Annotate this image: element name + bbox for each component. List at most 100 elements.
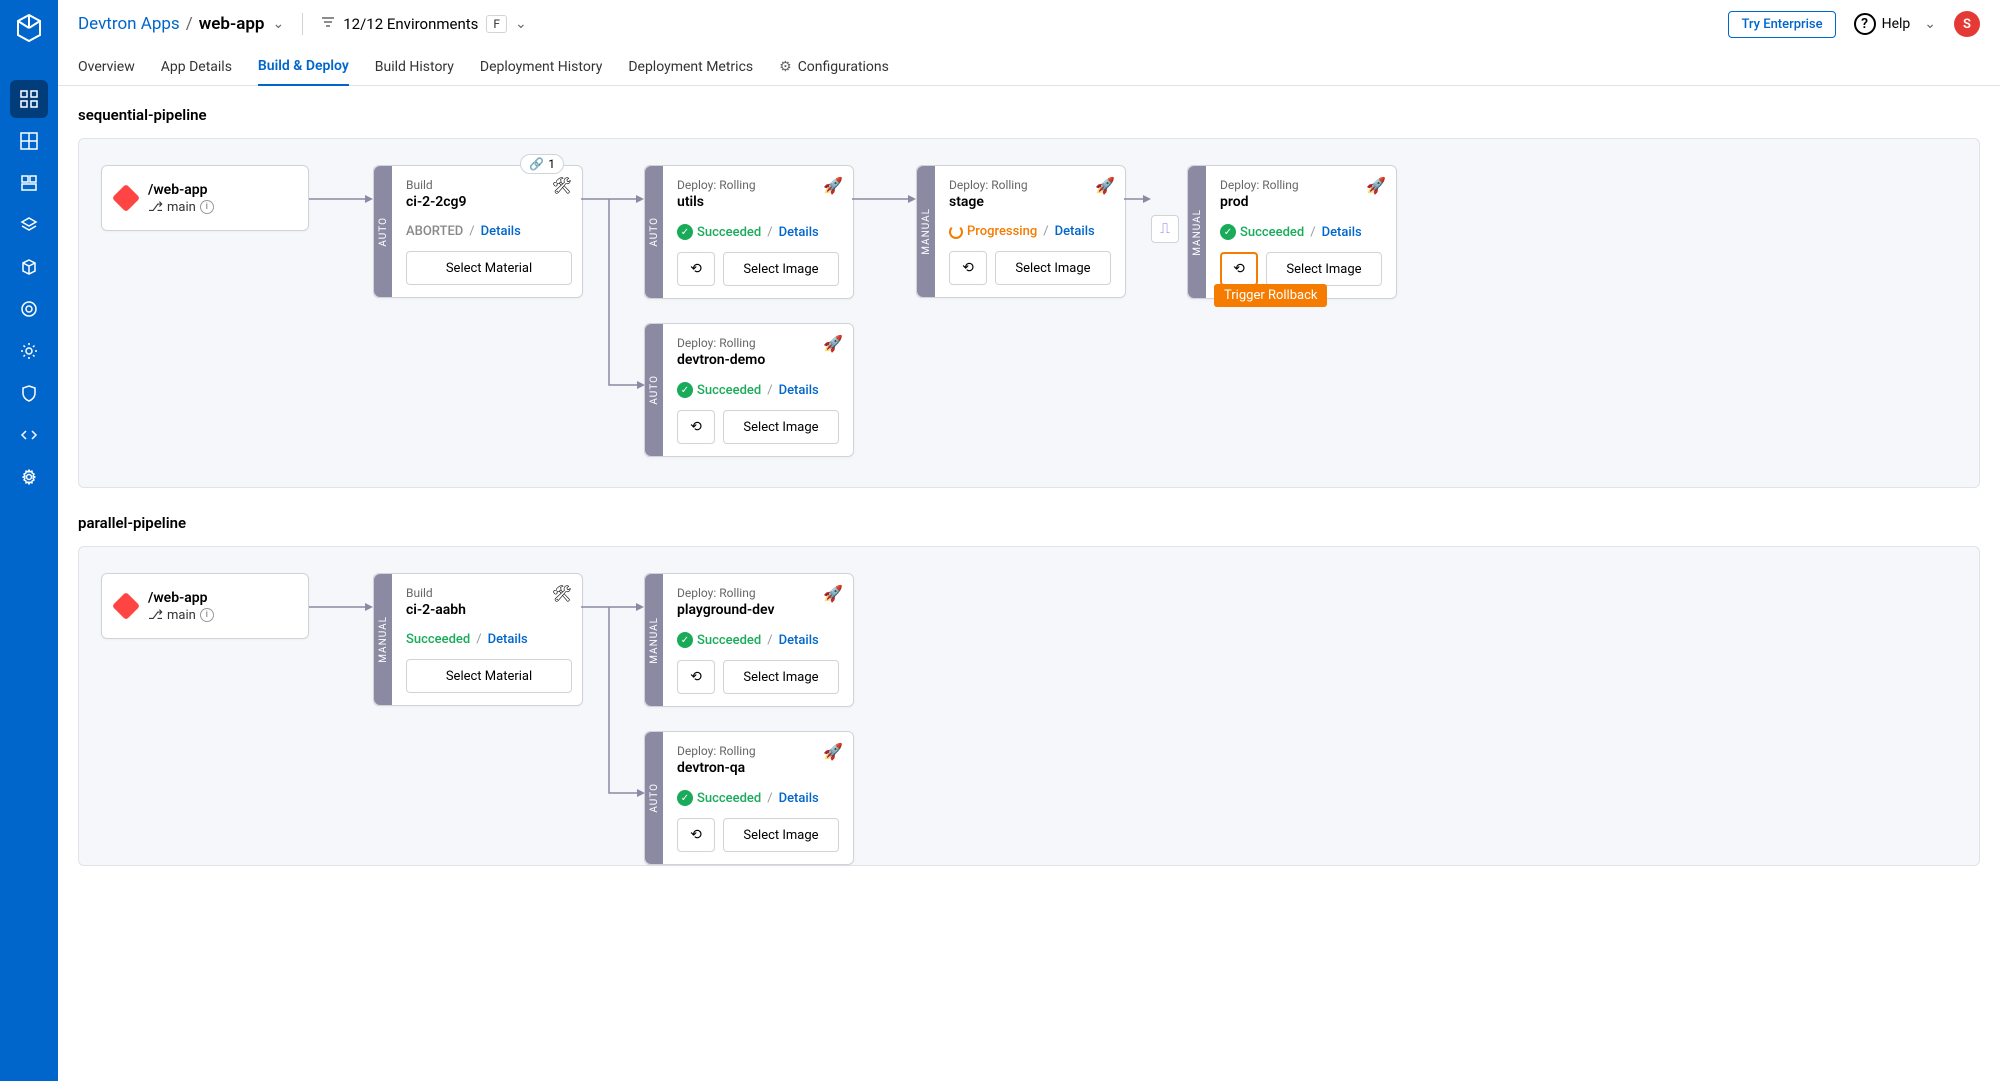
workflow-title: sequential-pipeline <box>78 106 1980 124</box>
tab-configurations[interactable]: ⚙ Configurations <box>779 48 889 85</box>
info-icon: i <box>200 608 214 622</box>
rollback-button[interactable]: ⟲ <box>677 818 715 852</box>
mode-strip: AUTO <box>645 732 663 864</box>
env-filter-text[interactable]: 12/12 Environments <box>343 15 478 33</box>
rollback-button[interactable]: ⟲ <box>1220 252 1258 286</box>
source-node[interactable]: /web-app ⎇ main i <box>101 573 309 639</box>
source-branch: ⎇ main i <box>148 608 214 623</box>
select-image-button[interactable]: Select Image <box>1266 252 1382 286</box>
branch-icon: ⎇ <box>148 608 163 623</box>
approval-icon[interactable]: ⎍ <box>1151 215 1179 243</box>
mode-strip: MANUAL <box>374 574 392 705</box>
rocket-icon: 🚀 <box>1095 176 1115 195</box>
details-link[interactable]: Details <box>488 632 528 647</box>
deploy-node-stage[interactable]: MANUAL Deploy: Rolling stage 🚀 Progressi… <box>916 165 1126 298</box>
details-link[interactable]: Details <box>779 633 819 648</box>
link-badge[interactable]: 🔗 1 <box>520 154 564 174</box>
node-type: Build <box>406 178 568 192</box>
tab-deployment-history[interactable]: Deployment History <box>480 48 602 85</box>
trigger-rollback-tooltip: Trigger Rollback <box>1214 284 1327 307</box>
nav-settings-icon[interactable] <box>10 458 48 496</box>
nav-code-icon[interactable] <box>10 416 48 454</box>
details-link[interactable]: Details <box>481 224 521 239</box>
mode-strip: AUTO <box>645 166 663 298</box>
node-type: Deploy: Rolling <box>677 744 839 758</box>
nav-target-icon[interactable] <box>10 290 48 328</box>
mode-strip: AUTO <box>645 324 663 456</box>
select-image-button[interactable]: Select Image <box>723 660 839 694</box>
tab-build-history[interactable]: Build History <box>375 48 454 85</box>
source-branch: ⎇ main i <box>148 200 214 215</box>
node-type: Deploy: Rolling <box>677 336 839 350</box>
sidebar <box>0 0 58 1081</box>
select-material-button[interactable]: Select Material <box>406 251 572 285</box>
workflow-title: parallel-pipeline <box>78 514 1980 532</box>
select-image-button[interactable]: Select Image <box>723 410 839 444</box>
rocket-icon: 🚀 <box>823 176 843 195</box>
status-text: Succeeded <box>406 632 470 647</box>
breadcrumb-sep: / <box>186 14 193 34</box>
kbd-hint: F <box>486 15 507 33</box>
tabs: Overview App Details Build & Deploy Buil… <box>58 48 2000 86</box>
filter-icon[interactable] <box>321 15 335 33</box>
node-name: playground-dev <box>677 602 839 618</box>
status-text: ✓Succeeded <box>677 632 761 648</box>
deploy-node-prod[interactable]: MANUAL Deploy: Rolling prod 🚀 ✓Succeeded… <box>1187 165 1397 299</box>
details-link[interactable]: Details <box>779 383 819 398</box>
source-node[interactable]: /web-app ⎇ main i <box>101 165 309 231</box>
tab-deployment-metrics[interactable]: Deployment Metrics <box>628 48 753 85</box>
deploy-node-utils[interactable]: AUTO Deploy: Rolling utils 🚀 ✓Succeeded … <box>644 165 854 299</box>
node-name: prod <box>1220 194 1382 210</box>
build-node[interactable]: MANUAL Build ci-2-aabh 🛠 Succeeded / Det… <box>373 573 583 706</box>
try-enterprise-button[interactable]: Try Enterprise <box>1728 11 1835 38</box>
select-image-button[interactable]: Select Image <box>723 818 839 852</box>
breadcrumb-current[interactable]: web-app <box>199 14 265 34</box>
nav-box-icon[interactable] <box>10 164 48 202</box>
node-type: Deploy: Rolling <box>1220 178 1382 192</box>
tab-build-deploy[interactable]: Build & Deploy <box>258 48 349 86</box>
select-image-button[interactable]: Select Image <box>723 252 839 286</box>
tools-icon: 🛠 <box>552 584 572 603</box>
node-type: Deploy: Rolling <box>677 586 839 600</box>
details-link[interactable]: Details <box>1322 225 1362 240</box>
help-button[interactable]: ? Help ⌄ <box>1854 13 1936 35</box>
avatar[interactable]: S <box>1954 11 1980 37</box>
node-name: utils <box>677 194 839 210</box>
rollback-button[interactable]: ⟲ <box>677 410 715 444</box>
node-type: Deploy: Rolling <box>677 178 839 192</box>
workflow-canvas: /web-app ⎇ main i 🔗 1 AUTO Build ci-2-2c… <box>78 138 1980 488</box>
chevron-down-icon[interactable]: ⌄ <box>515 16 527 32</box>
rocket-icon: 🚀 <box>823 584 843 603</box>
nav-cube-icon[interactable] <box>10 248 48 286</box>
rollback-button[interactable]: ⟲ <box>677 252 715 286</box>
deploy-node-playground-dev[interactable]: MANUAL Deploy: Rolling playground-dev 🚀 … <box>644 573 854 707</box>
nav-shield-icon[interactable] <box>10 374 48 412</box>
nav-apps-icon[interactable] <box>10 80 48 118</box>
details-link[interactable]: Details <box>1055 224 1095 239</box>
status-text: Progressing <box>949 224 1037 239</box>
select-image-button[interactable]: Select Image <box>995 251 1111 285</box>
nav-gear-icon[interactable] <box>10 332 48 370</box>
tab-app-details[interactable]: App Details <box>161 48 232 85</box>
nav-stack-icon[interactable] <box>10 206 48 244</box>
details-link[interactable]: Details <box>779 225 819 240</box>
tab-overview[interactable]: Overview <box>78 48 135 85</box>
select-material-button[interactable]: Select Material <box>406 659 572 693</box>
mode-strip: AUTO <box>374 166 392 297</box>
nav-grid-icon[interactable] <box>10 122 48 160</box>
deploy-node-devtron-demo[interactable]: AUTO Deploy: Rolling devtron-demo 🚀 ✓Suc… <box>644 323 854 457</box>
status-text: ✓Succeeded <box>1220 224 1304 240</box>
breadcrumb-parent[interactable]: Devtron Apps <box>78 14 180 34</box>
node-name: ci-2-aabh <box>406 602 568 618</box>
help-icon: ? <box>1854 13 1876 35</box>
rollback-button[interactable]: ⟲ <box>677 660 715 694</box>
node-name: devtron-demo <box>677 352 839 368</box>
details-link[interactable]: Details <box>779 791 819 806</box>
build-node[interactable]: 🔗 1 AUTO Build ci-2-2cg9 🛠 ABORTED / Det… <box>373 165 583 298</box>
node-type: Build <box>406 586 568 600</box>
rollback-button[interactable]: ⟲ <box>949 251 987 285</box>
chevron-down-icon[interactable]: ⌄ <box>273 16 285 32</box>
branch-icon: ⎇ <box>148 200 163 215</box>
deploy-node-devtron-qa[interactable]: AUTO Deploy: Rolling devtron-qa 🚀 ✓Succe… <box>644 731 854 865</box>
topbar: Devtron Apps / web-app ⌄ 12/12 Environme… <box>58 0 2000 48</box>
